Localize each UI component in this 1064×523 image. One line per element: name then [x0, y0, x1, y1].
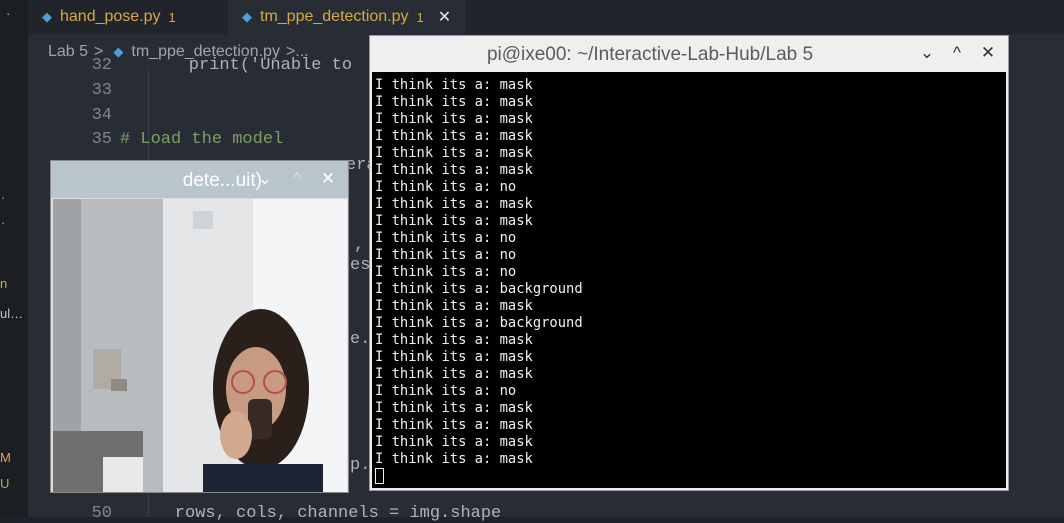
line-number: 50: [91, 504, 112, 523]
terminal-line: I think its a: mask: [375, 434, 533, 450]
terminal-titlebar[interactable]: pi@ixe00: ~/Interactive-Lab-Hub/Lab 5 ⌄ …: [370, 36, 1008, 72]
close-icon[interactable]: ✕: [317, 169, 339, 189]
problem-count-badge: 1: [168, 9, 176, 25]
problem-count-badge: 1: [416, 9, 424, 25]
terminal-line: I think its a: mask: [375, 94, 533, 110]
line-number: 34: [91, 106, 112, 125]
editor-tab-bar: ◆ hand_pose.py 1 ◆ tm_ppe_detection.py 1…: [28, 0, 1064, 34]
terminal-line: I think its a: mask: [375, 417, 533, 433]
minimize-icon[interactable]: ⌄: [916, 43, 938, 63]
terminal-line: I think its a: background: [375, 315, 583, 331]
line-number: 32: [91, 56, 112, 75]
terminal-line: I think its a: mask: [375, 162, 533, 178]
code-comment: # Load the model: [120, 130, 284, 149]
terminal-line: I think its a: no: [375, 383, 517, 399]
terminal-line: I think its a: mask: [375, 451, 533, 467]
terminal-line: I think its a: no: [375, 179, 517, 195]
terminal-title: pi@ixe00: ~/Interactive-Lab-Hub/Lab 5: [486, 44, 814, 65]
terminal-line: I think its a: mask: [375, 332, 533, 348]
webcam-image: [53, 199, 347, 492]
terminal-line: I think its a: background: [375, 281, 583, 297]
code-line: print('Unable to: [148, 56, 353, 75]
code-fragment: ,: [354, 236, 365, 255]
terminal-prompt: [375, 468, 583, 487]
code-line: rows, cols, channels = img.shape: [134, 504, 502, 523]
code-fragment: e.: [350, 330, 371, 349]
maximize-icon[interactable]: ^: [286, 169, 308, 189]
terminal-line: I think its a: mask: [375, 77, 533, 93]
terminal-line: I think its a: no: [375, 230, 517, 246]
maximize-icon[interactable]: ^: [946, 43, 968, 63]
camera-window-titlebar[interactable]: dete...uit) ⌄ ^ ✕: [51, 161, 348, 198]
close-icon[interactable]: ✕: [977, 43, 999, 63]
code-fragment: es: [350, 256, 371, 275]
activity-mark: U: [0, 476, 10, 491]
terminal-line: I think its a: mask: [375, 349, 533, 365]
camera-window[interactable]: dete...uit) ⌄ ^ ✕: [50, 160, 349, 493]
tab-label: tm_ppe_detection.py: [260, 8, 409, 25]
terminal-line: I think its a: mask: [375, 196, 533, 212]
close-tab-icon[interactable]: ✕: [438, 7, 451, 27]
terminal-cursor: [375, 468, 384, 484]
terminal-line: I think its a: mask: [375, 111, 533, 127]
terminal-line: I think its a: mask: [375, 366, 533, 382]
activity-mark: n: [0, 276, 8, 291]
terminal-line: I think its a: no: [375, 264, 517, 280]
camera-window-title: dete...uit): [182, 170, 262, 191]
line-number: 35: [91, 130, 112, 149]
python-file-icon: ◆: [113, 44, 124, 59]
python-file-icon: ◆: [242, 9, 252, 24]
terminal-line: I think its a: no: [375, 247, 517, 263]
terminal-window[interactable]: pi@ixe00: ~/Interactive-Lab-Hub/Lab 5 ⌄ …: [369, 35, 1009, 491]
terminal-lines: I think its a: mask I think its a: mask I …: [375, 77, 583, 487]
activity-mark: ·: [1, 190, 6, 205]
activity-bar: · · · n ul… M U: [0, 0, 28, 517]
activity-mark: ·: [6, 6, 11, 21]
terminal-line: I think its a: mask: [375, 145, 533, 161]
minimize-icon[interactable]: ⌄: [254, 169, 276, 189]
code-fragment: p.: [350, 456, 371, 475]
activity-mark: ul…: [0, 306, 24, 321]
tab-hand-pose[interactable]: ◆ hand_pose.py 1: [42, 0, 192, 34]
terminal-line: I think its a: mask: [375, 128, 533, 144]
line-number: 33: [91, 81, 112, 100]
activity-mark: M: [0, 450, 11, 465]
terminal-output[interactable]: I think its a: mask I think its a: mask I …: [372, 72, 1006, 488]
tab-tm-ppe-detection[interactable]: ◆ tm_ppe_detection.py 1 ✕: [228, 0, 466, 34]
python-file-icon: ◆: [42, 9, 52, 24]
activity-mark: ·: [1, 215, 6, 230]
tab-label: hand_pose.py: [60, 8, 161, 25]
webcam-feed: [53, 199, 347, 492]
terminal-line: I think its a: mask: [375, 298, 533, 314]
terminal-line: I think its a: mask: [375, 400, 533, 416]
terminal-line: I think its a: mask: [375, 213, 533, 229]
